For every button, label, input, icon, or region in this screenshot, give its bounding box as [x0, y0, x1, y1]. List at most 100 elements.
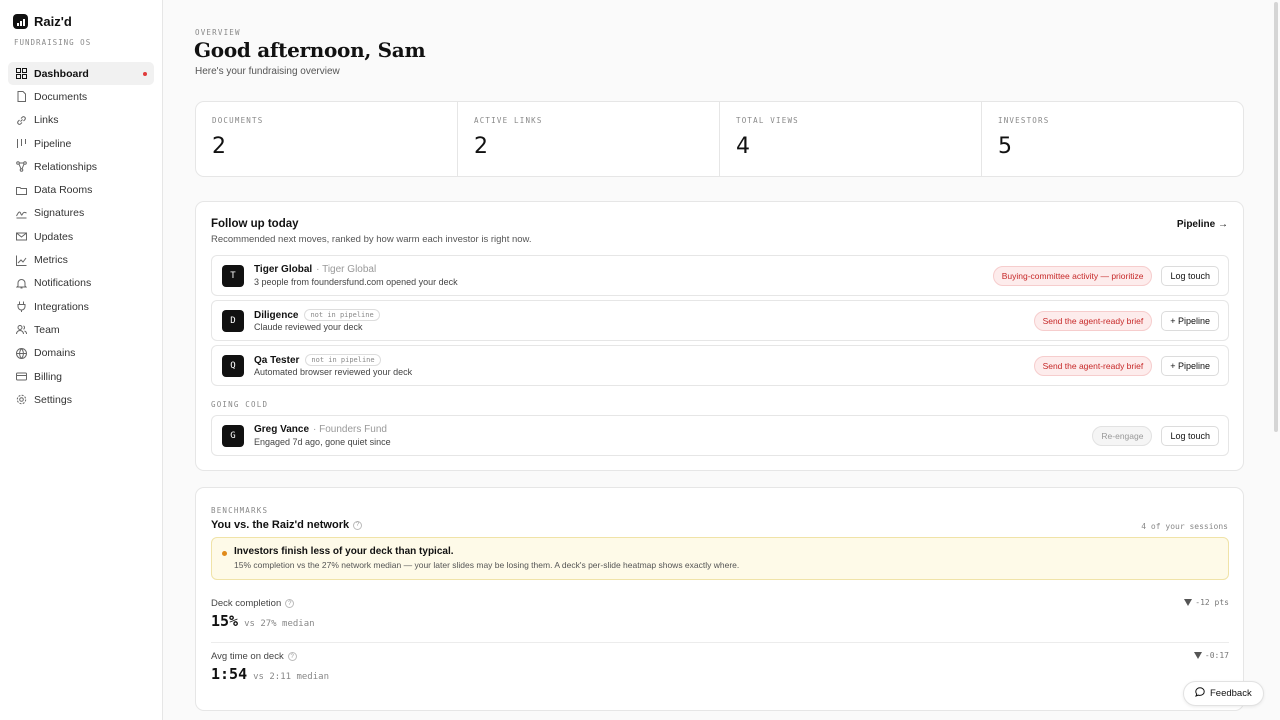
sidebar-item-settings[interactable]: Settings	[8, 388, 154, 411]
sidebar-item-label: Domains	[34, 347, 76, 360]
sidebar-item-label: Links	[34, 114, 59, 127]
sidebar-item-pipeline[interactable]: Pipeline	[8, 132, 154, 155]
investor-firm: · Tiger Global	[316, 264, 377, 275]
going-cold-label: GOING COLD	[211, 400, 269, 409]
investor-row[interactable]: G Greg Vance · Founders Fund Engaged 7d …	[211, 415, 1229, 456]
stat-documents[interactable]: DOCUMENTS 2	[196, 102, 458, 176]
investor-name: Tiger Global	[254, 264, 313, 275]
notification-dot	[143, 72, 147, 76]
add-to-pipeline-button[interactable]: + Pipeline	[1161, 356, 1219, 376]
status-badge: Send the agent-ready brief	[1033, 356, 1153, 376]
sidebar-item-notifications[interactable]: Notifications	[8, 272, 154, 295]
sidebar-item-label: Team	[34, 323, 60, 336]
follow-up-title: Follow up today	[211, 218, 299, 230]
investor-row[interactable]: Q Qa Tester not in pipeline Automated br…	[211, 345, 1229, 386]
down-triangle-icon	[1193, 652, 1202, 659]
brand[interactable]: Raiz'd	[13, 14, 72, 29]
benchmarks-card: BENCHMARKS You vs. the Raiz'd network ? …	[195, 487, 1244, 711]
investor-activity: 3 people from foundersfund.com opened yo…	[254, 277, 458, 287]
scrollbar-thumb[interactable]	[1274, 2, 1278, 432]
sidebar-item-label: Metrics	[34, 254, 68, 267]
divider	[211, 642, 1229, 643]
network-icon	[16, 161, 27, 173]
avatar: D	[222, 310, 244, 332]
scrollbar[interactable]	[1272, 0, 1280, 720]
re-engage-badge[interactable]: Re-engage	[1092, 426, 1153, 446]
metric-median: vs 2:11 median	[253, 672, 329, 682]
sidebar-item-documents[interactable]: Documents	[8, 85, 154, 108]
stat-value: 2	[212, 134, 226, 159]
follow-up-card: Follow up today Recommended next moves, …	[195, 201, 1244, 471]
metric-avg-time: Avg time on deck ? 1:54 vs 2:11 median -…	[211, 651, 1229, 683]
brand-subtitle: FUNDRAISING OS	[14, 38, 92, 47]
investor-row[interactable]: D Diligence not in pipeline Claude revie…	[211, 300, 1229, 341]
log-touch-button[interactable]: Log touch	[1161, 266, 1219, 286]
warning-dot-icon	[222, 551, 227, 556]
sidebar-item-team[interactable]: Team	[8, 318, 154, 341]
brand-name: Raiz'd	[34, 14, 72, 29]
benchmarks-eyebrow: BENCHMARKS	[211, 506, 269, 515]
metric-name: Deck completion	[211, 598, 282, 609]
stat-value: 2	[474, 134, 488, 159]
not-in-pipeline-tag: not in pipeline	[305, 354, 381, 366]
sidebar-item-label: Notifications	[34, 277, 92, 290]
metric-median: vs 27% median	[244, 619, 315, 629]
stat-investors[interactable]: INVESTORS 5	[982, 102, 1243, 176]
chart-icon	[16, 255, 27, 266]
status-badge: Buying-committee activity — prioritize	[992, 266, 1153, 286]
not-in-pipeline-tag: not in pipeline	[304, 309, 380, 321]
stat-active-links[interactable]: ACTIVE LINKS 2	[458, 102, 720, 176]
investor-row[interactable]: T Tiger Global · Tiger Global 3 people f…	[211, 255, 1229, 296]
gear-icon	[16, 394, 27, 405]
pipeline-link[interactable]: Pipeline →	[1177, 219, 1228, 230]
sidebar-item-relationships[interactable]: Relationships	[8, 155, 154, 178]
sidebar-item-domains[interactable]: Domains	[8, 342, 154, 365]
avatar: T	[222, 265, 244, 287]
benchmarks-title-text: You vs. the Raiz'd network	[211, 519, 350, 531]
investor-firm: · Founders Fund	[313, 424, 387, 435]
sidebar-item-signatures[interactable]: Signatures	[8, 202, 154, 225]
stat-label: INVESTORS	[998, 116, 1050, 125]
bell-icon	[16, 278, 27, 289]
sidebar-item-dashboard[interactable]: Dashboard	[8, 62, 154, 86]
stat-value: 5	[998, 134, 1012, 159]
document-icon	[16, 91, 27, 103]
stat-total-views[interactable]: TOTAL VIEWS 4	[720, 102, 982, 176]
feedback-label: Feedback	[1210, 688, 1252, 699]
metric-delta: -12 pts	[1195, 598, 1229, 607]
sidebar-item-metrics[interactable]: Metrics	[8, 248, 154, 271]
brand-logo-icon	[13, 14, 28, 29]
users-icon	[16, 324, 27, 335]
sidebar-item-billing[interactable]: Billing	[8, 365, 154, 388]
sidebar-item-label: Data Rooms	[34, 184, 93, 197]
benchmark-alert: Investors finish less of your deck than …	[211, 537, 1229, 580]
page-subtitle: Here's your fundraising overview	[195, 66, 340, 77]
page-title: Good afternoon, Sam	[194, 38, 426, 62]
sidebar-item-label: Billing	[34, 370, 63, 383]
metric-value: 15%	[211, 612, 239, 630]
sidebar-item-links[interactable]: Links	[8, 109, 154, 132]
sidebar-item-label: Updates	[34, 230, 74, 243]
sidebar-item-label: Documents	[34, 90, 88, 103]
log-touch-button[interactable]: Log touch	[1161, 426, 1219, 446]
alert-title: Investors finish less of your deck than …	[234, 546, 454, 557]
grid-icon	[16, 68, 27, 80]
sidebar-item-data-rooms[interactable]: Data Rooms	[8, 178, 154, 201]
help-icon[interactable]: ?	[353, 520, 363, 530]
help-icon[interactable]: ?	[285, 599, 295, 608]
help-icon[interactable]: ?	[287, 652, 297, 661]
metric-value: 1:54	[211, 665, 248, 683]
stats-card: DOCUMENTS 2 ACTIVE LINKS 2 TOTAL VIEWS 4…	[195, 101, 1244, 177]
add-to-pipeline-button[interactable]: + Pipeline	[1161, 311, 1219, 331]
investor-activity: Automated browser reviewed your deck	[254, 367, 413, 377]
investor-name: Greg Vance	[254, 424, 310, 435]
investor-activity: Engaged 7d ago, gone quiet since	[254, 437, 391, 447]
sidebar-item-label: Dashboard	[34, 67, 89, 80]
follow-up-subtitle: Recommended next moves, ranked by how wa…	[211, 234, 532, 245]
feedback-button[interactable]: Feedback	[1183, 681, 1264, 706]
sidebar-item-integrations[interactable]: Integrations	[8, 295, 154, 318]
main-content: OVERVIEW Good afternoon, Sam Here's your…	[163, 0, 1272, 720]
sidebar-item-updates[interactable]: Updates	[8, 225, 154, 248]
overview-eyebrow: OVERVIEW	[195, 28, 241, 37]
down-triangle-icon	[1184, 599, 1193, 606]
